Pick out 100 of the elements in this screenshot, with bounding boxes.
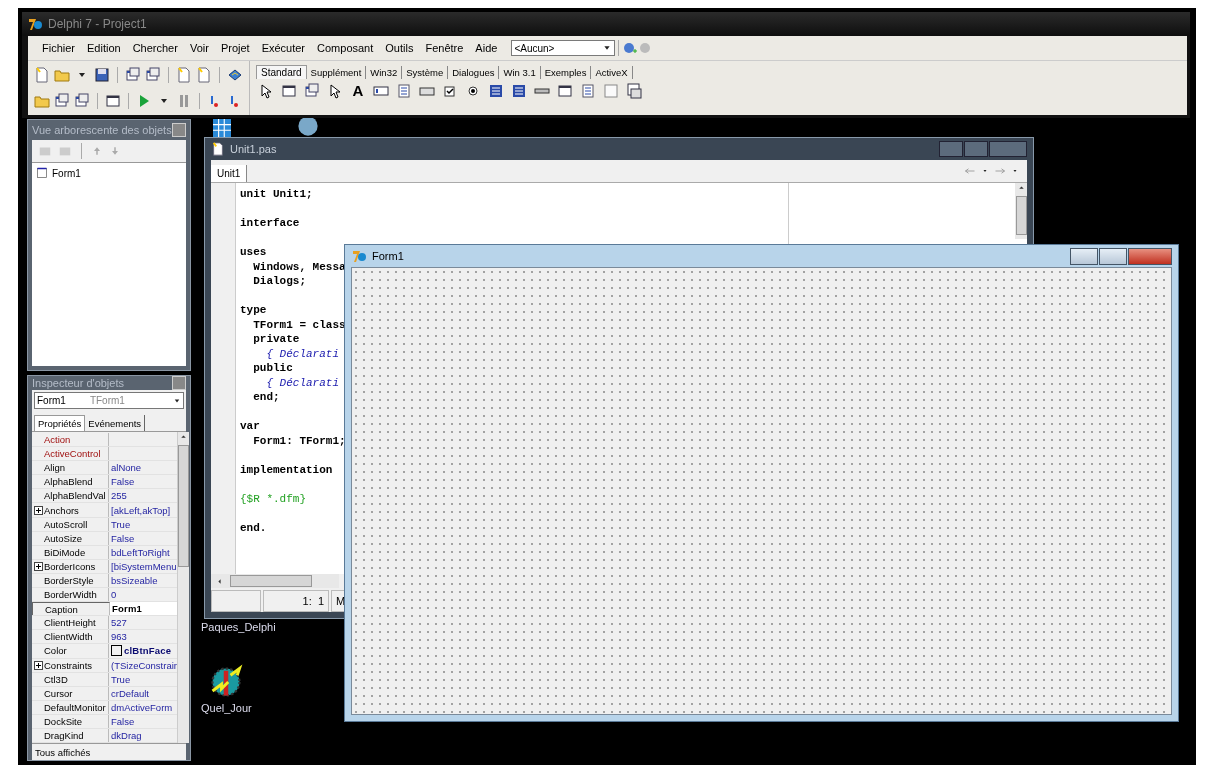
property-name[interactable]: BiDiMode [32, 545, 109, 559]
group-box-icon[interactable] [557, 83, 573, 99]
maximize-button[interactable] [964, 141, 988, 157]
property-name[interactable]: DragKind [32, 728, 109, 743]
property-name[interactable]: ClientHeight [32, 616, 109, 630]
menu-item[interactable]: Aide [469, 42, 504, 54]
palette-tab[interactable]: Supplément [306, 66, 367, 79]
property-value[interactable]: 527 [109, 616, 177, 630]
property-value[interactable]: bdLeftToRight [109, 545, 177, 559]
property-name[interactable]: AutoSize [32, 531, 109, 545]
label-tool[interactable]: A [350, 83, 366, 99]
expand-icon[interactable] [34, 561, 43, 571]
minimize-button[interactable] [1070, 247, 1098, 265]
windows-icon[interactable] [74, 93, 90, 109]
expand-icon[interactable] [34, 660, 43, 670]
property-name[interactable]: AutoScroll [32, 517, 109, 531]
property-value[interactable]: [biSystemMenu [109, 559, 177, 573]
tree-item[interactable]: Form1 [36, 167, 81, 179]
close-button[interactable] [989, 141, 1027, 157]
up-arrow-icon[interactable] [179, 432, 188, 441]
editor-tab[interactable]: Unit1 [211, 165, 248, 182]
property-name[interactable]: Caption [32, 602, 110, 616]
palette-tab[interactable]: ActiveX [591, 66, 633, 79]
new-document-icon[interactable] [34, 67, 50, 83]
property-name[interactable]: Anchors [32, 503, 109, 517]
menu-item[interactable]: Fenêtre [419, 42, 470, 54]
property-value[interactable]: False [109, 714, 177, 728]
inspector-tab[interactable]: Propriétés [34, 415, 86, 431]
minimize-button[interactable] [939, 141, 963, 157]
desktop-icon-label[interactable]: Paques_Delphi [201, 621, 276, 633]
property-value[interactable]: False [109, 531, 177, 545]
left-arrow-icon[interactable] [215, 576, 224, 586]
property-value[interactable]: (TSizeConstrair [109, 658, 177, 672]
scrollbar[interactable] [211, 574, 339, 588]
listbox-icon[interactable] [488, 83, 504, 99]
property-value[interactable]: clBtnFace [109, 644, 177, 658]
property-name[interactable]: BorderStyle [32, 573, 109, 588]
maximize-button[interactable] [1099, 247, 1127, 265]
menu-item[interactable]: Exécuter [255, 42, 312, 54]
window-icon[interactable] [281, 83, 297, 99]
property-value[interactable]: Form1 [110, 602, 177, 616]
menu-icon[interactable] [304, 83, 320, 99]
pointer-icon[interactable] [258, 83, 274, 99]
edit-field-icon[interactable] [373, 83, 389, 99]
action-list-icon[interactable] [626, 83, 642, 99]
menu-item[interactable]: Projet [214, 42, 256, 54]
close-button[interactable] [1128, 247, 1172, 265]
property-name[interactable]: AlphaBlend [32, 475, 109, 489]
property-name[interactable]: Cursor [32, 686, 109, 700]
property-value[interactable]: True [109, 517, 177, 531]
component-dropdown[interactable]: <Aucun> [511, 40, 616, 56]
object-selector[interactable]: Form1 TForm1 [34, 392, 184, 409]
palette-tab[interactable]: Standard [256, 65, 307, 79]
checkbox-icon[interactable] [442, 83, 458, 99]
menu-item[interactable]: Edition [81, 42, 127, 54]
scrollbar[interactable] [1015, 183, 1027, 239]
document-icon[interactable] [176, 67, 192, 83]
property-value[interactable]: alNone [109, 461, 177, 475]
palette-tab[interactable]: Exemples [540, 66, 592, 79]
menu-item[interactable]: Chercher [126, 42, 184, 54]
property-value[interactable]: 255 [109, 489, 177, 503]
desktop-icon-label[interactable]: Quel_Jour [201, 702, 252, 714]
property-value[interactable]: 0 [109, 588, 177, 602]
property-name[interactable]: DockSite [32, 714, 109, 728]
menu-item[interactable]: Voir [183, 42, 215, 54]
property-name[interactable]: Ctl3D [32, 672, 109, 686]
document-icon[interactable] [196, 67, 212, 83]
expand-icon[interactable] [34, 505, 43, 515]
panel-icon[interactable] [105, 93, 121, 109]
property-value[interactable]: True [109, 672, 177, 686]
memo-icon[interactable] [396, 83, 412, 99]
property-value[interactable]: crDefault [109, 686, 177, 700]
radio-group-icon[interactable] [580, 83, 596, 99]
radio-button-icon[interactable] [465, 83, 481, 99]
property-name[interactable]: Action [32, 433, 109, 447]
property-name[interactable]: Align [32, 461, 109, 475]
windows-icon[interactable] [145, 67, 161, 83]
property-name[interactable]: BorderIcons [32, 559, 109, 573]
property-name[interactable]: ActiveControl [32, 447, 109, 461]
palette-tab[interactable]: Win 3.1 [499, 66, 541, 79]
scrollbar[interactable] [177, 432, 189, 744]
property-name[interactable]: Constraints [32, 658, 109, 672]
windows-icon[interactable] [125, 67, 141, 83]
combobox-icon[interactable] [511, 83, 527, 99]
gear-lightning-icon[interactable] [208, 664, 245, 700]
property-name[interactable]: AlphaBlendVal [32, 489, 109, 503]
up-arrow-icon[interactable] [1016, 183, 1026, 192]
property-value[interactable]: dkDrag [109, 728, 177, 743]
property-value[interactable]: dmActiveForm [109, 700, 177, 714]
menu-item[interactable]: Fichier [36, 42, 81, 54]
palette-tab[interactable]: Win32 [366, 66, 403, 79]
property-name[interactable]: DefaultMonitor [32, 700, 109, 714]
property-value[interactable]: 963 [109, 630, 177, 644]
property-value[interactable]: bsSizeable [109, 573, 177, 588]
menu-item[interactable]: Outils [379, 42, 420, 54]
property-value[interactable]: [akLeft,akTop] [109, 503, 177, 517]
property-name[interactable]: BorderWidth [32, 588, 109, 602]
windows-icon[interactable] [54, 93, 70, 109]
property-name[interactable]: ClientWidth [32, 630, 109, 644]
property-name[interactable]: Color [32, 644, 109, 658]
